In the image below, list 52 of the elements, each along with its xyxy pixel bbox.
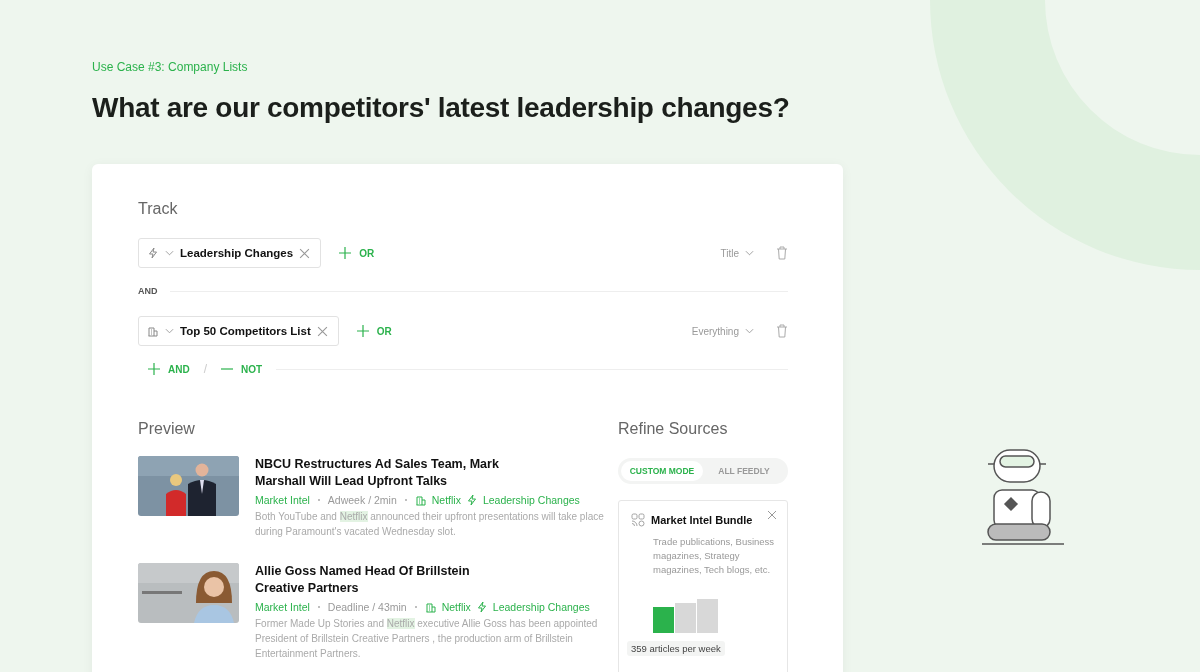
building-icon xyxy=(424,601,437,613)
separator-label: / xyxy=(203,362,207,376)
plus-icon xyxy=(148,363,160,375)
mode-tab[interactable]: ALL FEEDLY xyxy=(703,461,785,481)
add-not-button[interactable]: NOT xyxy=(221,363,263,375)
scope-dropdown[interactable]: Everything xyxy=(691,325,754,337)
add-and-button[interactable]: AND xyxy=(148,363,190,375)
trash-icon[interactable] xyxy=(776,324,788,338)
feed-link[interactable]: Market Intel xyxy=(255,601,310,613)
article-title[interactable]: NBCU Restructures Ad Sales Team, Mark Marshall Will Lead Upfront Talks xyxy=(255,456,513,490)
mode-tab[interactable]: CUSTOM MODE xyxy=(621,461,703,481)
plus-icon xyxy=(356,325,369,337)
filter-chip[interactable]: Leadership Changes xyxy=(138,238,322,268)
company-link[interactable]: Netflix xyxy=(441,601,471,613)
topic-link[interactable]: Leadership Changes xyxy=(492,601,590,613)
add-or-button[interactable]: OR xyxy=(339,247,375,259)
building-icon xyxy=(414,494,427,506)
feed-grid-icon xyxy=(631,513,645,527)
source-label: Adweek / 2min xyxy=(327,494,397,506)
trash-icon[interactable] xyxy=(776,246,788,260)
minus-icon xyxy=(221,368,233,370)
close-icon[interactable] xyxy=(316,325,328,337)
add-or-button[interactable]: OR xyxy=(356,325,392,337)
joiner-label: AND xyxy=(138,286,158,296)
article-title[interactable]: Allie Goss Named Head Of Brillstein Creative Partners xyxy=(255,563,513,597)
bolt-icon xyxy=(465,494,478,506)
headline: What are our competitors' latest leadership changes? xyxy=(92,92,791,124)
caret-icon xyxy=(165,250,174,256)
close-icon[interactable] xyxy=(767,510,777,520)
section-title: Track xyxy=(138,200,179,218)
bundle-description: Trade publications, Business magazines, Strategy magazines, Tech blogs, etc. xyxy=(653,535,776,577)
caret-icon xyxy=(165,328,174,334)
source-label: Deadline / 43min xyxy=(327,601,407,613)
article-summary: Former Made Up Stories and Netflix executive Allie Goss has been appointed President of Brillstein Creative Partners , the production arm of Brillstein Entertainment Partners. xyxy=(255,617,599,661)
bundle-name: Market Intel Bundle xyxy=(651,514,753,526)
bolt-icon xyxy=(147,247,159,259)
caret-icon xyxy=(745,328,754,334)
company-link[interactable]: Netflix xyxy=(431,494,461,506)
scope-dropdown[interactable]: Title xyxy=(720,247,754,259)
section-title: Refine Sources xyxy=(618,420,729,438)
building-icon xyxy=(147,325,159,337)
eyebrow-label: Use Case #3: Company Lists xyxy=(92,60,249,74)
topic-link[interactable]: Leadership Changes xyxy=(482,494,580,506)
close-icon[interactable] xyxy=(299,247,311,259)
filter-chip[interactable]: Top 50 Competitors List xyxy=(138,316,339,346)
section-title: Preview xyxy=(138,420,196,438)
article-summary: Both YouTube and Netflix announced their upfront presentations will take place during Paramount's vacated Wednesday slot. xyxy=(255,510,605,539)
feed-link[interactable]: Market Intel xyxy=(255,494,310,506)
bolt-icon xyxy=(475,601,488,613)
volume-label: 359 articles per week xyxy=(627,641,725,656)
plus-icon xyxy=(339,247,352,259)
caret-icon xyxy=(745,250,754,256)
